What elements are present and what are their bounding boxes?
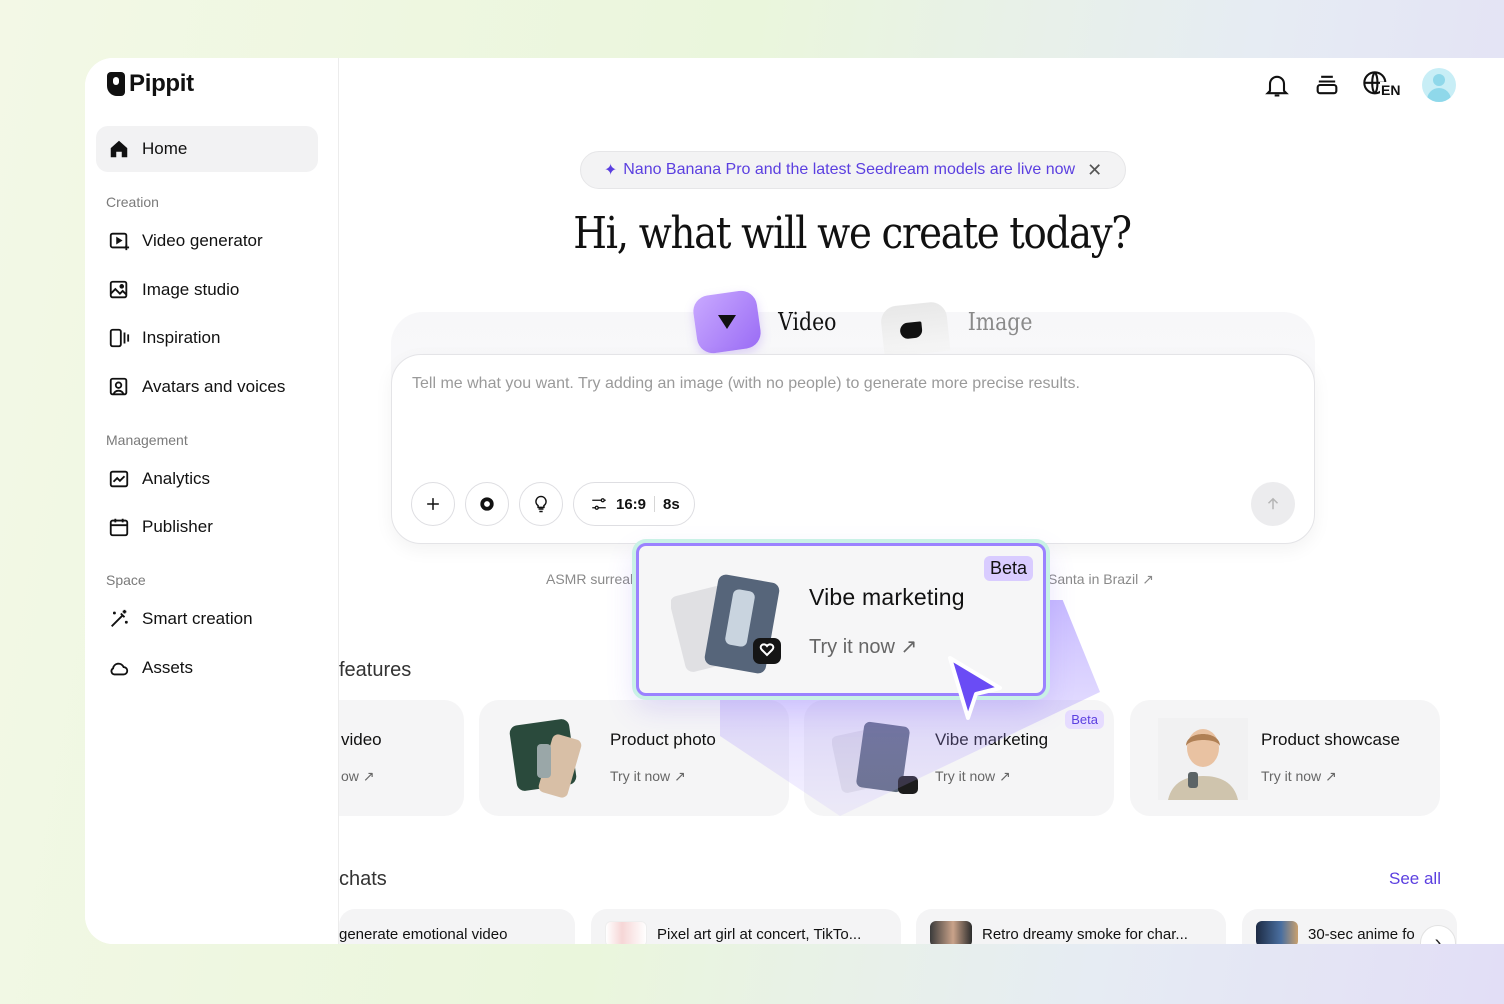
home-icon bbox=[108, 138, 130, 160]
duration-value: 8s bbox=[663, 495, 680, 513]
send-button[interactable] bbox=[1251, 482, 1295, 526]
tab-video-label: Video bbox=[778, 308, 837, 336]
idea-button[interactable] bbox=[519, 482, 563, 526]
chat-thumbnail bbox=[605, 921, 647, 944]
arrow-up-icon bbox=[1267, 497, 1279, 510]
sidebar-item-label: Image studio bbox=[142, 279, 240, 299]
banner-text: Nano Banana Pro and the latest Seedream … bbox=[623, 161, 1076, 178]
sliders-icon bbox=[592, 498, 606, 510]
section-label-management: Management bbox=[106, 431, 188, 448]
sidebar-item-publisher[interactable]: Publisher bbox=[96, 504, 318, 550]
feature-try-link[interactable]: Try it now ↗ bbox=[610, 768, 686, 785]
chat-title: Retro dreamy smoke for char... bbox=[982, 925, 1188, 943]
divider bbox=[654, 496, 656, 512]
sidebar-item-smart-creation[interactable]: Smart creation bbox=[96, 596, 318, 642]
sidebar-item-image-studio[interactable]: Image studio bbox=[96, 267, 318, 313]
sidebar-item-label: Smart creation bbox=[142, 609, 253, 629]
vibe-marketing-thumbnail bbox=[671, 574, 781, 674]
sidebar-item-label: Analytics bbox=[142, 468, 211, 488]
sidebar-item-avatars-and-voices[interactable]: Avatars and voices bbox=[96, 364, 318, 410]
chat-title: Pixel art girl at concert, TikTo... bbox=[657, 925, 862, 943]
sidebar-nav: Home Creation Video generator Image stud… bbox=[96, 126, 318, 694]
sidebar-item-home[interactable]: Home bbox=[96, 126, 318, 172]
video-generator-icon bbox=[108, 230, 130, 252]
page-headline: Hi, what will we create today? bbox=[573, 208, 1132, 259]
suggestion-asmr[interactable]: ASMR surreal bbox=[546, 571, 633, 587]
sidebar: Pippit Home Creation Video generator Ima… bbox=[85, 58, 339, 944]
chats-heading: chats bbox=[339, 868, 387, 890]
analytics-icon bbox=[108, 468, 130, 490]
section-label-space: Space bbox=[106, 572, 146, 589]
feature-try-link[interactable]: ow ↗ bbox=[341, 768, 375, 785]
sidebar-item-label: Assets bbox=[142, 657, 194, 677]
suggestion-santa[interactable]: Santa in Brazil ↗ bbox=[1048, 571, 1154, 588]
language-globe-icon[interactable]: EN bbox=[1362, 70, 1402, 100]
tab-image-label: Image bbox=[967, 308, 1033, 336]
prompt-toolbar: 16:9 8s bbox=[411, 482, 695, 526]
top-bar: EN bbox=[1262, 68, 1456, 102]
video-settings-button[interactable]: 16:9 8s bbox=[573, 482, 695, 526]
product-photo-thumbnail bbox=[509, 719, 582, 798]
chat-item[interactable]: Retro dreamy smoke for char... bbox=[916, 909, 1226, 944]
chat-item[interactable]: Pixel art girl at concert, TikTo... bbox=[591, 909, 901, 944]
language-label: EN bbox=[1380, 82, 1402, 98]
calendar-icon bbox=[108, 516, 130, 538]
pippit-logo-icon bbox=[107, 72, 125, 96]
sidebar-item-label: Avatars and voices bbox=[142, 376, 286, 396]
popup-try-link[interactable]: Try it now ↗ bbox=[809, 634, 917, 659]
lightbulb-icon bbox=[535, 495, 547, 513]
cloud-icon bbox=[108, 657, 130, 679]
popup-title: Vibe marketing bbox=[809, 584, 965, 610]
sidebar-item-label: Home bbox=[142, 139, 188, 158]
sidebar-item-inspiration[interactable]: Inspiration bbox=[96, 315, 318, 361]
sparkle-icon: ✦ bbox=[603, 162, 618, 179]
tab-image[interactable]: Image bbox=[879, 290, 1038, 358]
image-mode-icon bbox=[879, 300, 951, 358]
credits-stack-icon[interactable] bbox=[1312, 70, 1342, 100]
chat-title: generate emotional video bbox=[339, 925, 508, 943]
chat-thumbnail bbox=[1256, 921, 1298, 944]
feature-title: Product showcase bbox=[1261, 730, 1400, 749]
avatar-icon bbox=[108, 376, 130, 398]
chat-title: 30-sec anime fo bbox=[1308, 925, 1415, 943]
sidebar-item-assets[interactable]: Assets bbox=[96, 645, 318, 691]
feature-title: video bbox=[341, 730, 382, 749]
plus-icon bbox=[427, 498, 439, 510]
feature-try-link[interactable]: Try it now ↗ bbox=[1261, 768, 1337, 785]
sidebar-item-label: Video generator bbox=[142, 231, 263, 250]
sidebar-item-video-generator[interactable]: Video generator bbox=[96, 218, 318, 264]
chat-thumbnail bbox=[930, 921, 972, 944]
video-mode-icon bbox=[691, 288, 763, 356]
mode-tabs: Video Image bbox=[691, 288, 1038, 358]
features-heading: features bbox=[339, 659, 412, 681]
see-all-link[interactable]: See all bbox=[1389, 869, 1441, 889]
model-select-button[interactable] bbox=[465, 482, 509, 526]
logo-text: Pippit bbox=[129, 70, 194, 97]
user-avatar[interactable] bbox=[1422, 68, 1456, 102]
announcement-banner[interactable]: ✦ Nano Banana Pro and the latest Seedrea… bbox=[580, 151, 1126, 189]
feature-title: Product photo bbox=[610, 730, 716, 749]
add-attachment-button[interactable] bbox=[411, 482, 455, 526]
logo[interactable]: Pippit bbox=[107, 70, 194, 98]
tab-video[interactable]: Video bbox=[691, 288, 842, 356]
beta-badge: Beta bbox=[983, 556, 1033, 581]
pointer-cursor-icon bbox=[948, 656, 1002, 720]
magic-wand-icon bbox=[108, 608, 130, 630]
prompt-box: 16:9 8s bbox=[391, 354, 1315, 544]
sidebar-item-label: Publisher bbox=[142, 517, 213, 537]
section-label-creation: Creation bbox=[106, 194, 159, 210]
sidebar-item-analytics[interactable]: Analytics bbox=[96, 456, 318, 502]
prompt-input[interactable] bbox=[412, 375, 1272, 393]
image-studio-icon bbox=[108, 279, 130, 301]
notification-bell-icon[interactable] bbox=[1262, 70, 1292, 100]
sidebar-item-label: Inspiration bbox=[142, 328, 221, 348]
model-logo-icon bbox=[480, 497, 494, 511]
aspect-ratio-value: 16:9 bbox=[616, 495, 647, 513]
chevron-right-icon: › bbox=[1434, 931, 1442, 945]
banner-close-icon[interactable]: ✕ bbox=[1087, 160, 1102, 181]
inspiration-icon bbox=[108, 327, 130, 349]
chat-item[interactable]: generate emotional video bbox=[339, 909, 575, 944]
